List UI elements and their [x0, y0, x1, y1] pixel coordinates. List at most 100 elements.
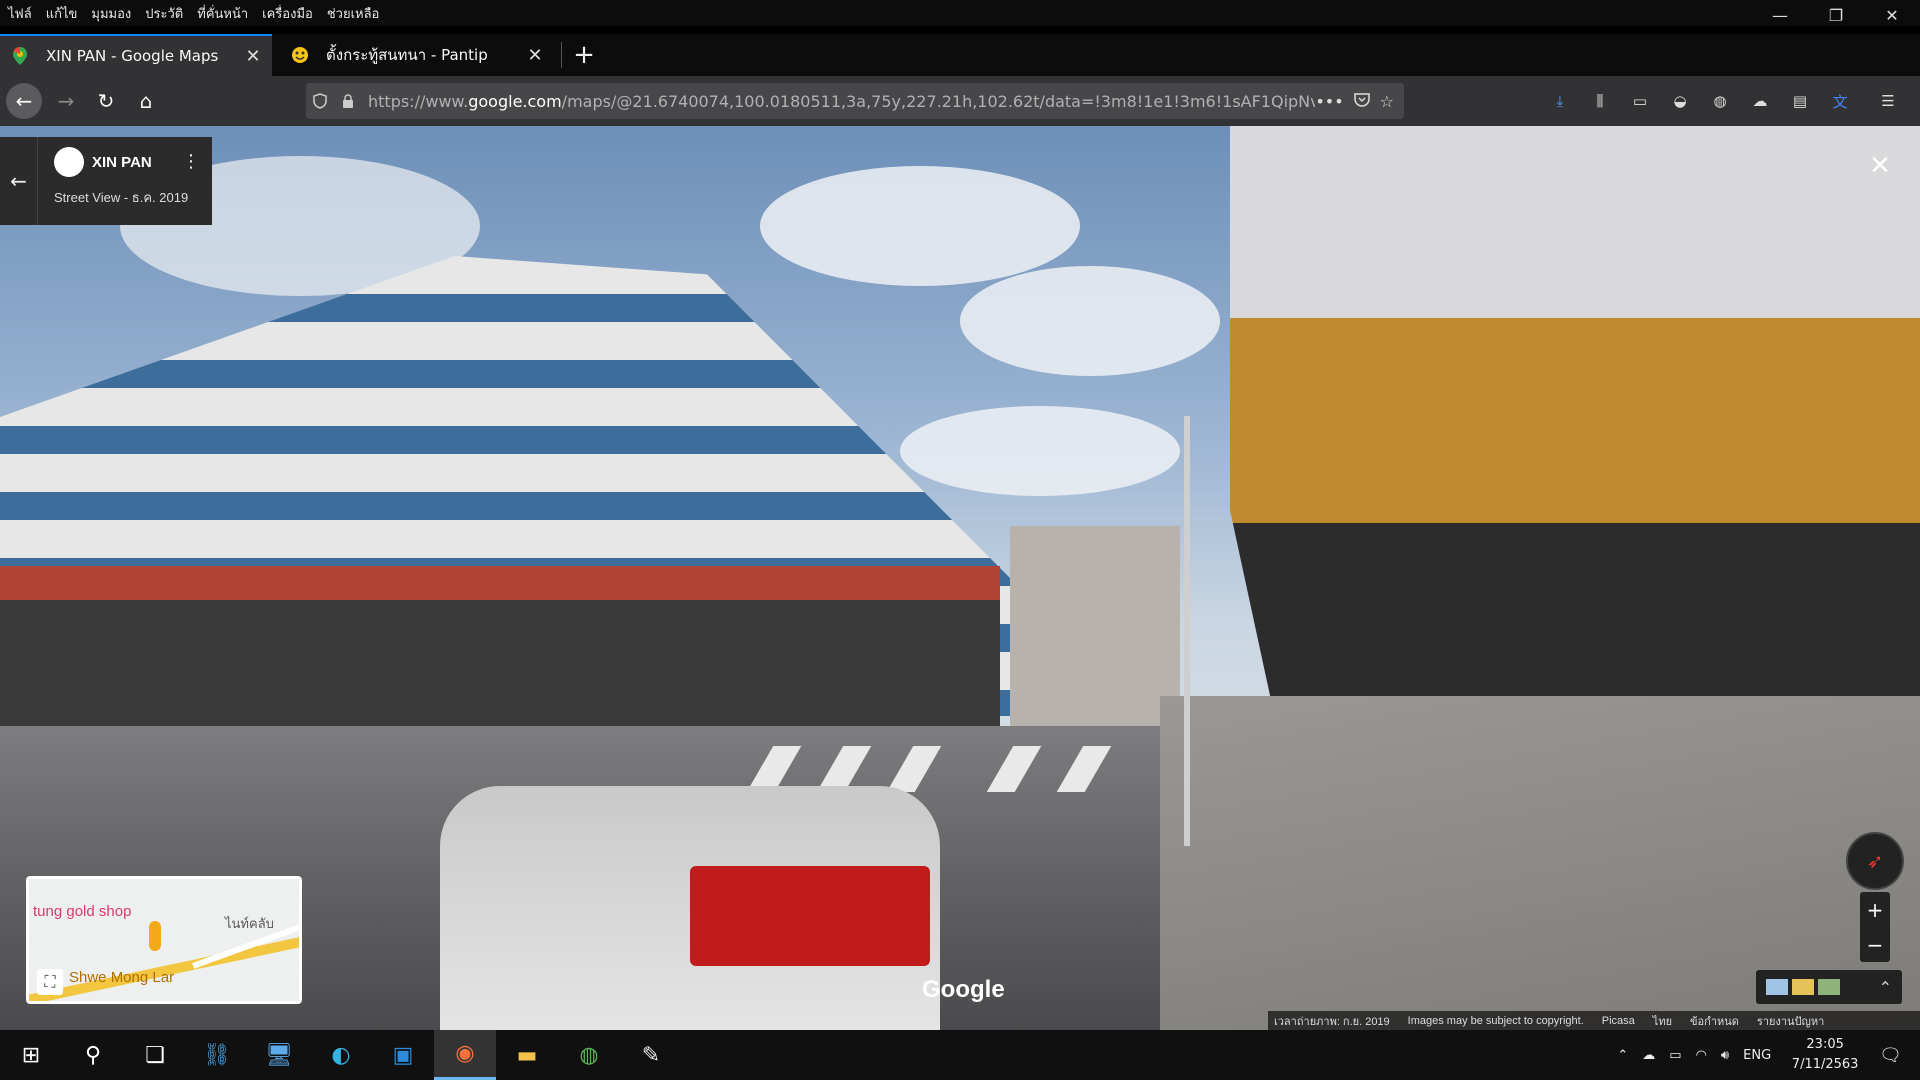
- library-icon[interactable]: ⫼: [1588, 89, 1612, 113]
- chevron-up-icon[interactable]: ⌃: [1617, 1048, 1628, 1063]
- zoom-out-button[interactable]: −: [1860, 927, 1890, 962]
- windows-start-icon[interactable]: ⊞: [0, 1030, 62, 1080]
- restore-button[interactable]: ❐: [1808, 0, 1864, 30]
- compass-icon[interactable]: ➶: [1846, 832, 1904, 890]
- edge-icon[interactable]: ◐: [310, 1030, 372, 1080]
- close-window-button[interactable]: ✕: [1864, 0, 1920, 30]
- vc-app-icon[interactable]: ▣: [372, 1030, 434, 1080]
- map-label-shwe-mong-lar[interactable]: Shwe Mong Lar: [69, 969, 174, 986]
- place-name: XIN PAN: [92, 153, 152, 171]
- hamburger-menu-icon[interactable]: ☰: [1876, 89, 1900, 113]
- left-shopfronts: [0, 566, 1000, 736]
- copyright-notice: Images may be subject to copyright.: [1407, 1014, 1584, 1027]
- terms-link[interactable]: ข้อกำหนด: [1690, 1012, 1739, 1030]
- search-icon[interactable]: ⚲: [62, 1030, 124, 1080]
- place-card-body: XIN PAN ⋮ Street View - ธ.ค. 2019: [38, 137, 212, 225]
- menu-bookmarks[interactable]: ที่คั่นหน้า: [197, 3, 248, 24]
- tab-title: ตั้งกระทู้สนทนา - Pantip: [326, 46, 488, 64]
- firefox-icon[interactable]: ◉: [434, 1030, 496, 1080]
- navigation-bar: ← → ↻ ⌂ https://www.google.com/maps/@21.…: [0, 76, 1920, 126]
- pantip-icon: [290, 45, 310, 65]
- map-label-nightclub[interactable]: ไนท์คลับ: [225, 913, 274, 934]
- imagery-thumb[interactable]: [1792, 979, 1814, 995]
- tab-pantip[interactable]: ตั้งกระทู้สนทนา - Pantip ✕: [280, 34, 554, 76]
- menu-items: ไฟล์ แก้ไข มุมมอง ประวัติ ที่คั่นหน้า เค…: [0, 3, 379, 24]
- picasa-link[interactable]: Picasa: [1602, 1015, 1635, 1027]
- reload-button[interactable]: ↻: [88, 83, 124, 119]
- new-tab-button[interactable]: +: [568, 34, 600, 76]
- task-view-icon[interactable]: ❏: [124, 1030, 186, 1080]
- cloud: [900, 406, 1180, 496]
- map-label-tung-gold-shop[interactable]: tung gold shop: [33, 903, 131, 920]
- menu-help[interactable]: ช่วยเหลือ: [327, 3, 380, 24]
- cloud: [760, 166, 1080, 286]
- network-app-icon[interactable]: ⛓: [186, 1030, 248, 1080]
- report-problem-link[interactable]: รายงานปัญหา: [1757, 1012, 1824, 1030]
- zoom-in-button[interactable]: +: [1860, 892, 1890, 927]
- car-taillight: [690, 866, 930, 966]
- download-icon[interactable]: ⤓: [1548, 89, 1572, 113]
- volume-icon[interactable]: 🔊︎: [1721, 1048, 1729, 1063]
- page-actions-icon[interactable]: •••: [1315, 92, 1343, 111]
- home-button[interactable]: ⌂: [128, 83, 164, 119]
- menu-view[interactable]: มุมมอง: [91, 3, 131, 24]
- extension-cloud-icon[interactable]: ☁: [1748, 89, 1772, 113]
- close-tab-icon[interactable]: ✕: [526, 45, 544, 66]
- back-to-map-button[interactable]: ←: [0, 137, 38, 225]
- computer-app-icon[interactable]: 🖥: [248, 1030, 310, 1080]
- distant-building: [1010, 526, 1180, 726]
- taskbar: ⊞ ⚲ ❏ ⛓ 🖥 ◐ ▣ ◉ ▬ ◍ ✎ ⌃ ☁ ▭ ◠ 🔊︎ ENG 23:…: [0, 1030, 1920, 1080]
- notifications-icon[interactable]: 🗨︎: [1879, 1045, 1902, 1066]
- translate-icon[interactable]: 文: [1828, 89, 1852, 113]
- url-bar[interactable]: https://www.google.com/maps/@21.6740074,…: [306, 83, 1404, 119]
- clock-date: 7/11/2563: [1791, 1057, 1859, 1072]
- extension-globe-icon[interactable]: ◍: [1708, 89, 1732, 113]
- bookmark-star-icon[interactable]: ☆: [1380, 92, 1394, 111]
- imagery-thumb[interactable]: [1818, 979, 1840, 995]
- street-lamp: [1184, 416, 1190, 846]
- minimap[interactable]: tung gold shop Shwe Mong Lar ไนท์คลับ ⛶: [26, 876, 302, 1004]
- clock[interactable]: 23:05 7/11/2563: [1785, 1035, 1865, 1075]
- clock-time: 23:05: [1806, 1037, 1844, 1052]
- expand-icon[interactable]: ⛶: [37, 969, 63, 995]
- battery-icon[interactable]: ▭: [1669, 1048, 1681, 1063]
- pocket-icon[interactable]: [1353, 92, 1370, 111]
- google-maps-pin-icon: [10, 46, 30, 66]
- close-street-view-button[interactable]: ✕: [1864, 150, 1896, 182]
- imagery-thumb[interactable]: [1766, 979, 1788, 995]
- right-building: [1230, 126, 1920, 766]
- tab-google-maps[interactable]: XIN PAN - Google Maps ✕: [0, 34, 272, 76]
- zoom-control: + −: [1860, 892, 1890, 962]
- shield-icon[interactable]: [306, 83, 334, 119]
- forward-button[interactable]: →: [48, 83, 84, 119]
- menu-tools[interactable]: เครื่องมือ: [262, 3, 313, 24]
- file-explorer-icon[interactable]: ▬: [496, 1030, 558, 1080]
- url-path: /maps/@21.6740074,100.0180511,3a,75y,227…: [561, 91, 1316, 111]
- pegman-icon: [149, 921, 161, 951]
- extension-box-icon[interactable]: ▤: [1788, 89, 1812, 113]
- onedrive-icon[interactable]: ☁: [1642, 1048, 1655, 1063]
- place-header: XIN PAN: [54, 147, 202, 177]
- cloud: [960, 266, 1220, 376]
- avatar[interactable]: [54, 147, 84, 177]
- close-tab-icon[interactable]: ✕: [244, 46, 262, 67]
- paint-icon[interactable]: ✎: [620, 1030, 682, 1080]
- menu-history[interactable]: ประวัติ: [145, 3, 183, 24]
- sidebar-icon[interactable]: ▭: [1628, 89, 1652, 113]
- street-view-footer: เวลาถ่ายภาพ: ก.ย. 2019 Images may be sub…: [1268, 1011, 1920, 1030]
- minimize-button[interactable]: —: [1752, 0, 1808, 30]
- language-link[interactable]: ไทย: [1653, 1012, 1672, 1030]
- input-language[interactable]: ENG: [1743, 1048, 1771, 1063]
- utorrent-icon[interactable]: ◍: [558, 1030, 620, 1080]
- chevron-up-icon[interactable]: ⌃: [1879, 978, 1892, 997]
- back-button[interactable]: ←: [6, 83, 42, 119]
- url-actions: ••• ☆: [1315, 92, 1404, 111]
- imagery-switcher[interactable]: ⌃: [1756, 970, 1902, 1004]
- extension-avatar-icon[interactable]: ◒: [1668, 89, 1692, 113]
- url-text[interactable]: https://www.google.com/maps/@21.6740074,…: [362, 92, 1315, 111]
- more-options-icon[interactable]: ⋮: [182, 151, 200, 172]
- wifi-icon[interactable]: ◠: [1696, 1048, 1707, 1063]
- lock-icon[interactable]: [334, 83, 362, 119]
- menu-edit[interactable]: แก้ไข: [46, 3, 78, 24]
- menu-file[interactable]: ไฟล์: [8, 3, 32, 24]
